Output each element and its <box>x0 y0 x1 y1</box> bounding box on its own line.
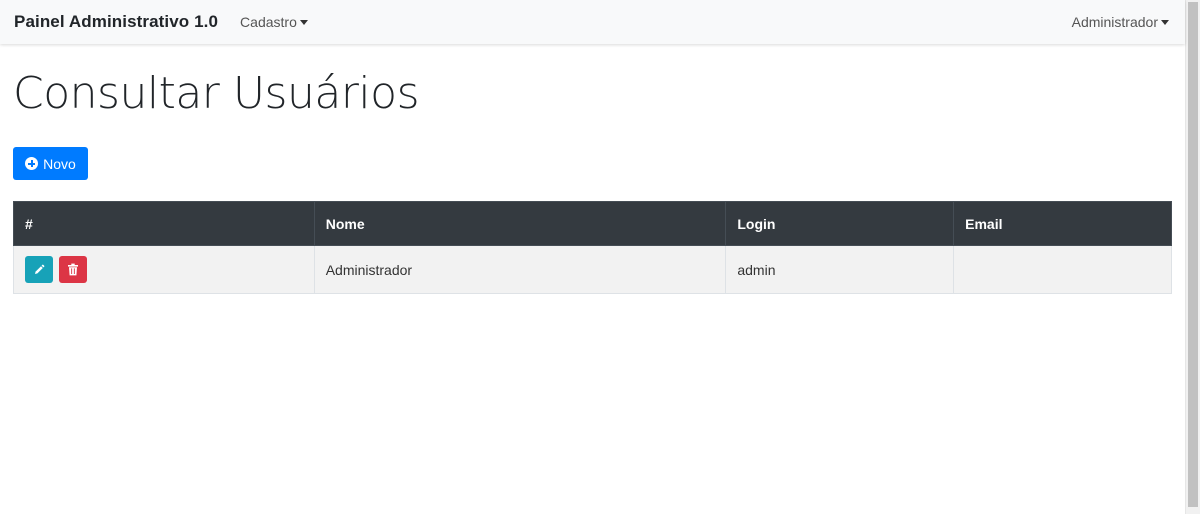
user-dropdown[interactable]: Administrador <box>1072 14 1169 30</box>
table-row: Administrador admin <box>13 245 1172 294</box>
cadastro-dropdown[interactable]: Cadastro <box>240 14 308 30</box>
header-login: Login <box>725 201 955 246</box>
user-dropdown-label: Administrador <box>1071 14 1158 30</box>
caret-down-icon <box>299 20 308 25</box>
caret-down-icon <box>1161 20 1169 25</box>
row-nome-cell: Administrador <box>313 245 727 294</box>
delete-button[interactable] <box>58 256 87 283</box>
row-actions-cell <box>13 245 315 294</box>
main-content: Consultar Usuários Novo # Nome Login Ema… <box>13 44 1172 294</box>
cadastro-dropdown-label: Cadastro <box>240 14 297 30</box>
users-table: # Nome Login Email Administrador admin <box>13 201 1172 294</box>
row-email-cell <box>953 245 1172 294</box>
edit-button[interactable] <box>25 256 53 283</box>
header-actions: # <box>13 201 315 246</box>
scrollbar-thumb[interactable] <box>1188 2 1198 507</box>
vertical-scrollbar[interactable] <box>1185 0 1200 514</box>
page-title: Consultar Usuários <box>13 68 420 119</box>
table-head: # Nome Login Email <box>13 201 1172 246</box>
app-viewport: Painel Administrativo 1.0 Cadastro Admin… <box>0 0 1200 514</box>
plus-circle-icon <box>25 157 39 170</box>
top-navbar: Painel Administrativo 1.0 Cadastro Admin… <box>0 0 1185 44</box>
trash-icon <box>67 263 78 276</box>
new-user-button-label: Novo <box>43 155 76 172</box>
table-body: Administrador admin <box>13 245 1172 294</box>
navbar-brand[interactable]: Painel Administrativo 1.0 <box>14 12 218 32</box>
new-user-button[interactable]: Novo <box>13 147 88 180</box>
header-email: Email <box>953 201 1172 246</box>
row-login-cell: admin <box>725 245 955 294</box>
pencil-icon <box>35 264 45 274</box>
table-header-row: # Nome Login Email <box>13 201 1172 246</box>
header-nome: Nome <box>313 201 727 246</box>
